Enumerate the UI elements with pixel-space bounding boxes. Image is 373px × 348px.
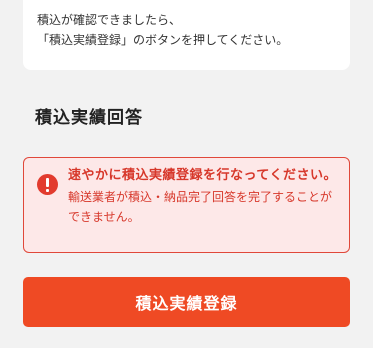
instruction-card: 積込が確認できましたら、 「積込実績登録」のボタンを押してください。 (23, 0, 350, 70)
exclamation-circle-icon (37, 174, 58, 195)
instruction-text-line-1: 積込が確認できましたら、 (37, 13, 182, 27)
alert-body: 輸送業者が積込・納品完了回答を完了することができません。 (68, 190, 333, 224)
register-loading-results-button[interactable]: 積込実績登録 (23, 277, 350, 327)
error-alert: 速やかに積込実績登録を行なってください。 輸送業者が積込・納品完了回答を完了する… (23, 157, 350, 253)
instruction-text-line-2: 「積込実績登録」のボタンを押してください。 (37, 33, 289, 47)
alert-text: 速やかに積込実績登録を行なってください。 輸送業者が積込・納品完了回答を完了する… (68, 166, 340, 227)
alert-title: 速やかに積込実績登録を行なってください。 (68, 168, 337, 183)
section-title: 積込実績回答 (35, 108, 143, 128)
